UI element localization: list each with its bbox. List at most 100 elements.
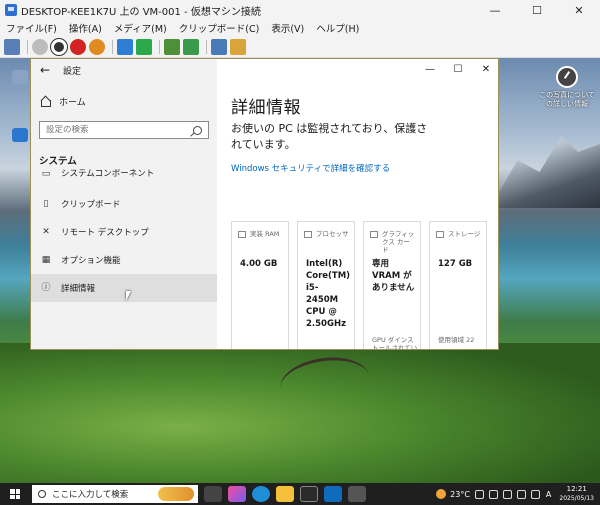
- menu-file[interactable]: ファイル(F): [6, 21, 57, 35]
- checkpoint-icon[interactable]: [164, 38, 180, 55]
- host-maximize-button[interactable]: ☐: [516, 0, 558, 20]
- learn-about-picture-shortcut[interactable]: この写真についての詳しい情報: [536, 66, 598, 109]
- spec-card-footnote: 使用領域 22: [438, 336, 475, 344]
- copilot-icon[interactable]: [228, 486, 246, 502]
- graphics-card-icon: [370, 231, 378, 238]
- storage-icon: [436, 231, 444, 238]
- task-view-icon[interactable]: [204, 486, 222, 502]
- turn-off-icon[interactable]: [50, 37, 68, 56]
- menu-help[interactable]: ヘルプ(H): [316, 21, 359, 35]
- toolbar-separator: [27, 39, 28, 54]
- enhanced-session-icon[interactable]: [211, 38, 227, 55]
- back-arrow-icon[interactable]: ←: [35, 63, 55, 77]
- edge-icon[interactable]: [252, 486, 270, 502]
- menu-action[interactable]: 操作(A): [69, 21, 102, 35]
- settings-search-input[interactable]: [46, 125, 193, 135]
- nav-item-label: オプション機能: [61, 256, 121, 266]
- toolbar-separator: [206, 39, 207, 54]
- optional-features-icon: ▦: [41, 255, 51, 265]
- home-icon: [41, 97, 51, 107]
- settings-search-box[interactable]: [39, 121, 209, 139]
- nav-home-label: ホーム: [59, 98, 86, 108]
- settings-close-button[interactable]: ✕: [472, 59, 498, 79]
- settings-maximize-button[interactable]: ☐: [444, 59, 472, 79]
- chevron-up-icon[interactable]: [488, 489, 498, 499]
- taskbar: ここに入力して検索 23°C A 12:21 2025/05/13: [0, 483, 600, 505]
- toolbar-separator: [159, 39, 160, 54]
- mail-icon[interactable]: [324, 486, 342, 502]
- recycle-bin-icon[interactable]: [12, 70, 28, 84]
- nav-item-optional-features[interactable]: ▦ オプション機能: [31, 246, 217, 274]
- info-icon: ⓘ: [41, 283, 51, 293]
- nav-home[interactable]: ホーム: [41, 95, 86, 108]
- learn-about-picture-label: この写真についての詳しい情報: [539, 91, 595, 108]
- nav-item-about[interactable]: ⓘ 詳細情報: [31, 274, 217, 302]
- help-icon[interactable]: [474, 489, 484, 499]
- spec-card-value: 4.00 GB: [240, 259, 278, 269]
- edge-icon[interactable]: [12, 128, 28, 142]
- start-button[interactable]: [4, 483, 26, 505]
- search-icon: [38, 490, 46, 498]
- spec-card-name: 実装 RAM: [250, 230, 280, 238]
- page-title: 詳細情報: [231, 98, 301, 118]
- start-vm-icon[interactable]: [32, 38, 48, 55]
- taskbar-clock[interactable]: 12:21 2025/05/13: [559, 485, 594, 503]
- toolbar-separator: [112, 39, 113, 54]
- spec-card-storage: ストレージ 127 GB 使用領域 22: [429, 221, 487, 349]
- revert-icon[interactable]: [183, 38, 199, 55]
- battery-icon[interactable]: [516, 489, 526, 499]
- nav-item-label: 詳細情報: [61, 284, 96, 294]
- clock-time: 12:21: [566, 485, 587, 493]
- wallpaper-mountain: [490, 136, 600, 208]
- settings-nav-pane: ← 設定 ホーム システム ▭ システムコンポーネント ▯ クリップボード ✕ …: [31, 59, 217, 349]
- clock-date: 2025/05/13: [559, 495, 594, 502]
- shutdown-icon[interactable]: [70, 38, 86, 55]
- host-titlebar: DESKTOP-KEE1K7U 上の VM-001 - 仮想マシン接続 — ☐ …: [0, 0, 600, 20]
- store-icon[interactable]: [300, 486, 318, 502]
- menu-media[interactable]: メディア(M): [114, 21, 167, 35]
- spec-card-name: グラフィックス カード: [382, 230, 415, 254]
- menu-view[interactable]: 表示(V): [271, 21, 304, 35]
- clipboard-icon: ▯: [43, 199, 49, 209]
- spec-card-graphics: グラフィックス カード 専用 VRAM がありません GPU ダインス トールさ…: [363, 221, 421, 350]
- ctrl-alt-del-icon[interactable]: [4, 38, 20, 55]
- host-minimize-button[interactable]: —: [474, 0, 516, 20]
- search-icon[interactable]: [193, 125, 202, 135]
- share-icon[interactable]: [230, 38, 246, 55]
- settings-window: ← 設定 ホーム システム ▭ システムコンポーネント ▯ クリップボード ✕ …: [30, 58, 499, 350]
- nav-item-system-components[interactable]: ▭ システムコンポーネント: [31, 169, 217, 179]
- weather-icon[interactable]: [436, 489, 447, 499]
- volume-icon[interactable]: [530, 489, 540, 499]
- taskbar-search-box[interactable]: ここに入力して検索: [32, 485, 198, 503]
- spec-card-footnote: GPU ダインス トールされてい: [372, 336, 418, 350]
- windows-logo-icon: [10, 489, 20, 499]
- resume-icon[interactable]: [136, 38, 152, 55]
- menu-clipboard[interactable]: クリップボード(C): [179, 21, 260, 35]
- host-close-button[interactable]: ✕: [558, 0, 600, 20]
- host-window-title: DESKTOP-KEE1K7U 上の VM-001 - 仮想マシン接続: [21, 6, 261, 18]
- save-state-icon[interactable]: [89, 38, 105, 55]
- settings-gear-icon[interactable]: [348, 486, 366, 502]
- spec-card-processor: プロセッサ Intel(R) Core(TM) i5-2450M CPU @ 2…: [297, 221, 355, 349]
- windows-security-link[interactable]: Windows セキュリティで詳細を確認する: [231, 162, 390, 174]
- processor-icon: [304, 231, 312, 238]
- settings-titlebar: ← 設定: [31, 59, 217, 81]
- settings-minimize-button[interactable]: —: [416, 59, 444, 79]
- spec-card-name: ストレージ: [448, 230, 481, 238]
- nav-item-remote-desktop[interactable]: ✕ リモート デスクトップ: [31, 218, 217, 246]
- network-icon[interactable]: [502, 489, 512, 499]
- ime-mode-indicator[interactable]: A: [546, 490, 551, 499]
- settings-window-title: 設定: [63, 66, 82, 77]
- spec-card-ram: 実装 RAM 4.00 GB: [231, 221, 289, 349]
- vm-connection-icon: [5, 4, 17, 16]
- temperature-text[interactable]: 23°C: [450, 490, 470, 499]
- protection-status-text: お使いの PC は監視されており、保護されています。: [231, 122, 428, 151]
- remote-desktop-icon: ✕: [42, 227, 50, 237]
- pause-icon[interactable]: [117, 38, 133, 55]
- file-explorer-icon[interactable]: [276, 486, 294, 502]
- nav-item-label: システムコンポーネント: [61, 169, 155, 179]
- settings-window-controls: — ☐ ✕: [416, 59, 498, 81]
- system-tray: 23°C A 12:21 2025/05/13: [436, 485, 600, 503]
- nav-item-clipboard[interactable]: ▯ クリップボード: [31, 190, 217, 218]
- camera-info-icon: [556, 66, 578, 88]
